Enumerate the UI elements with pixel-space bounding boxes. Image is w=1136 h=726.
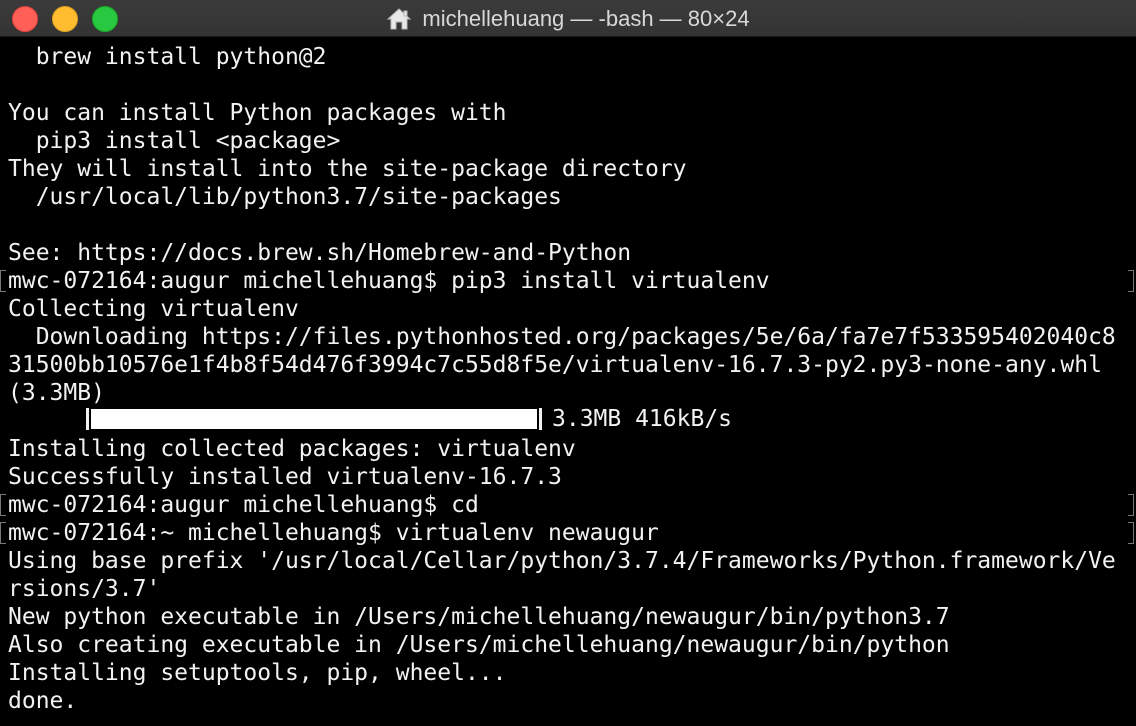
terminal-line: done. bbox=[8, 688, 78, 714]
window-title-container: michellehuang — -bash — 80×24 bbox=[0, 0, 1136, 37]
terminal-line: 31500bb10576e1f4b8f54d476f3994c7c55d8f5e… bbox=[8, 352, 1102, 378]
home-icon bbox=[387, 7, 412, 29]
prompt-mark-right bbox=[1128, 494, 1134, 516]
prompt-line: mwc-072164:augur michellehuang$ cd bbox=[8, 492, 479, 518]
terminal-output[interactable]: brew install python@2 You can install Py… bbox=[0, 37, 1136, 726]
progress-text: 3.3MB 416kB/s bbox=[552, 406, 733, 432]
progress-bar-fill bbox=[91, 409, 537, 429]
progress-bar bbox=[91, 409, 537, 429]
window-title: michellehuang — -bash — 80×24 bbox=[422, 5, 750, 31]
terminal-line: They will install into the site-package … bbox=[8, 156, 687, 182]
terminal-line: New python executable in /Users/michelle… bbox=[8, 604, 950, 630]
prompt-mark-left bbox=[0, 270, 6, 292]
terminal-line: rsions/3.7' bbox=[8, 576, 161, 602]
prompt-line: mwc-072164:augur michellehuang$ pip3 ins… bbox=[8, 268, 770, 294]
terminal-line: You can install Python packages with bbox=[8, 100, 507, 126]
prompt-mark-right bbox=[1128, 270, 1134, 292]
terminal-line: Also creating executable in /Users/miche… bbox=[8, 632, 950, 658]
terminal-line: pip3 install <package> bbox=[8, 128, 341, 154]
terminal-line: Downloading https://files.pythonhosted.o… bbox=[8, 324, 1116, 350]
terminal-line: Installing setuptools, pip, wheel... bbox=[8, 660, 507, 686]
terminal-line: Successfully installed virtualenv-16.7.3 bbox=[8, 464, 562, 490]
terminal-line: Installing collected packages: virtualen… bbox=[8, 436, 576, 462]
terminal-window: michellehuang — -bash — 80×24 brew insta… bbox=[0, 0, 1136, 726]
terminal-line: (3.3MB) bbox=[8, 380, 105, 406]
prompt-mark-right bbox=[1128, 522, 1134, 544]
terminal-line: /usr/local/lib/python3.7/site-packages bbox=[8, 184, 562, 210]
terminal-line: brew install python@2 bbox=[8, 44, 327, 70]
prompt-line: mwc-072164:~ michellehuang$ virtualenv n… bbox=[8, 520, 659, 546]
progress-bar-left-edge bbox=[86, 408, 89, 430]
terminal-line: Collecting virtualenv bbox=[8, 296, 299, 322]
title-bar[interactable]: michellehuang — -bash — 80×24 bbox=[0, 0, 1136, 37]
terminal-line: Using base prefix '/usr/local/Cellar/pyt… bbox=[8, 548, 1116, 574]
progress-bar-right-edge bbox=[539, 408, 542, 430]
prompt-mark-left bbox=[0, 522, 6, 544]
download-progress: 3.3MB 416kB/s bbox=[86, 405, 732, 433]
terminal-line: See: https://docs.brew.sh/Homebrew-and-P… bbox=[8, 240, 632, 266]
prompt-mark-left bbox=[0, 494, 6, 516]
